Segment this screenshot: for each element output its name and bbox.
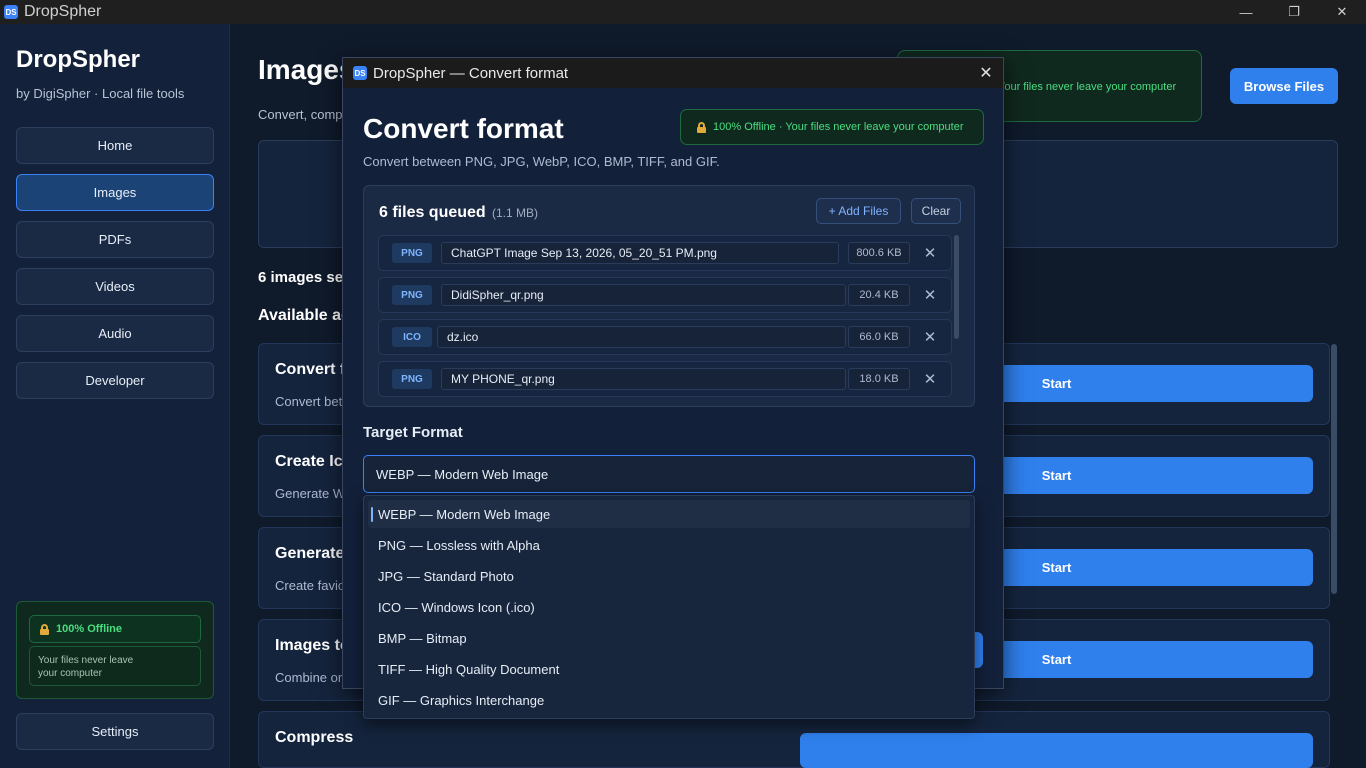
brand-title: DropSpher	[16, 46, 141, 73]
offline-badge-label: 100% Offline	[56, 623, 123, 635]
lock-icon	[40, 623, 49, 635]
selected-count: 6 images sele	[258, 269, 356, 286]
available-actions-heading: Available ac	[258, 307, 350, 324]
sidebar-item-audio[interactable]: Audio	[16, 315, 214, 352]
action-title: Images to	[275, 637, 350, 654]
page-subtitle: Convert, comp	[258, 107, 343, 122]
format-option-gif[interactable]: GIF — Graphics Interchange	[368, 686, 970, 714]
remove-file-icon[interactable]: ✕	[919, 368, 941, 390]
format-option-bmp[interactable]: BMP — Bitmap	[368, 624, 970, 652]
maximize-icon[interactable]: ❐	[1270, 0, 1318, 24]
remove-file-icon[interactable]: ✕	[919, 326, 941, 348]
minimize-icon[interactable]: —	[1222, 0, 1270, 24]
file-row: PNG MY PHONE_qr.png 18.0 KB ✕	[378, 361, 952, 397]
dialog-subtitle: Convert between PNG, JPG, WebP, ICO, BMP…	[363, 154, 720, 169]
sidebar-item-pdfs[interactable]: PDFs	[16, 221, 214, 258]
format-option-png[interactable]: PNG — Lossless with Alpha	[368, 531, 970, 559]
file-size: 66.0 KB	[848, 326, 910, 348]
offline-note-line: Your files never leave	[38, 655, 134, 666]
dialog-offline-badge: 100% Offline · Your files never leave yo…	[680, 109, 984, 145]
close-icon[interactable]: ✕	[969, 58, 1003, 88]
file-queue: 6 files queued (1.1 MB) + Add Files Clea…	[363, 185, 975, 407]
action-title: Convert f	[275, 361, 346, 378]
dialog-titlebar: DS DropSpher — Convert format ✕	[343, 58, 1003, 88]
remove-file-icon[interactable]: ✕	[919, 284, 941, 306]
action-title: Generate	[275, 545, 345, 562]
queue-title: 6 files queued	[379, 204, 486, 221]
main-scrollbar[interactable]	[1331, 344, 1337, 594]
file-type-badge: PNG	[392, 369, 432, 389]
file-size: 18.0 KB	[848, 368, 910, 390]
close-window-icon[interactable]: ✕	[1318, 0, 1366, 24]
format-option-webp[interactable]: WEBP — Modern Web Image	[368, 500, 970, 528]
format-option-jpg[interactable]: JPG — Standard Photo	[368, 562, 970, 590]
file-row: PNG DidiSpher_qr.png 20.4 KB ✕	[378, 277, 952, 313]
file-type-badge: PNG	[392, 285, 432, 305]
start-button[interactable]	[800, 733, 1313, 768]
settings-button[interactable]: Settings	[16, 713, 214, 750]
dialog-window-title: DropSpher — Convert format	[373, 64, 569, 82]
queue-size: (1.1 MB)	[492, 206, 539, 220]
format-option-tiff[interactable]: TIFF — High Quality Document	[368, 655, 970, 683]
file-row: ICO dz.ico 66.0 KB ✕	[378, 319, 952, 355]
brand-subtitle: by DigiSpher · Local file tools	[16, 86, 185, 101]
page-title: Images	[258, 54, 355, 85]
window-controls: — ❐ ✕	[1222, 0, 1366, 24]
file-name: MY PHONE_qr.png	[441, 368, 846, 390]
browse-files-button[interactable]: Browse Files	[1230, 68, 1338, 104]
sidebar-item-images[interactable]: Images	[16, 174, 214, 211]
format-option-ico[interactable]: ICO — Windows Icon (.ico)	[368, 593, 970, 621]
offline-note-line: your computer	[38, 668, 102, 679]
offline-card: 100% Offline Your files never leave your…	[16, 601, 214, 699]
file-type-badge: ICO	[392, 327, 432, 347]
dialog-heading: Convert format	[363, 113, 564, 144]
action-desc: Generate W	[275, 486, 346, 501]
sidebar-item-videos[interactable]: Videos	[16, 268, 214, 305]
app-titlebar: DS DropSpher — ❐ ✕	[0, 0, 1366, 24]
file-type-badge: PNG	[392, 243, 432, 263]
app-title: DropSpher	[24, 3, 102, 20]
action-title: Compress	[275, 729, 354, 746]
format-dropdown-list: WEBP — Modern Web Image PNG — Lossless w…	[363, 495, 975, 719]
offline-badge: 100% Offline	[29, 615, 201, 643]
file-row: PNG ChatGPT Image Sep 13, 2026, 05_20_51…	[378, 235, 952, 271]
action-desc: Combine or	[275, 670, 343, 685]
file-name: dz.ico	[437, 326, 846, 348]
app-logo-icon: DS	[353, 66, 367, 80]
target-format-select[interactable]: WEBP — Modern Web Image	[363, 455, 975, 493]
action-desc: Convert bet	[275, 394, 343, 409]
sidebar-item-home[interactable]: Home	[16, 127, 214, 164]
add-files-button[interactable]: + Add Files	[816, 198, 901, 224]
lock-icon	[697, 121, 706, 133]
action-title: Create Ico	[275, 453, 353, 470]
queue-scrollbar[interactable]	[954, 235, 959, 339]
action-desc: Create favic	[275, 578, 345, 593]
clear-button[interactable]: Clear	[911, 198, 961, 224]
file-size: 20.4 KB	[848, 284, 910, 306]
file-name: ChatGPT Image Sep 13, 2026, 05_20_51 PM.…	[441, 242, 839, 264]
app-logo-icon: DS	[4, 5, 18, 19]
offline-note: Your files never leave your computer	[29, 646, 201, 686]
dialog-offline-text: 100% Offline · Your files never leave yo…	[713, 121, 964, 133]
remove-file-icon[interactable]: ✕	[919, 242, 941, 264]
file-size: 800.6 KB	[848, 242, 910, 264]
sidebar-item-developer[interactable]: Developer	[16, 362, 214, 399]
file-name: DidiSpher_qr.png	[441, 284, 846, 306]
target-format-label: Target Format	[363, 424, 463, 441]
